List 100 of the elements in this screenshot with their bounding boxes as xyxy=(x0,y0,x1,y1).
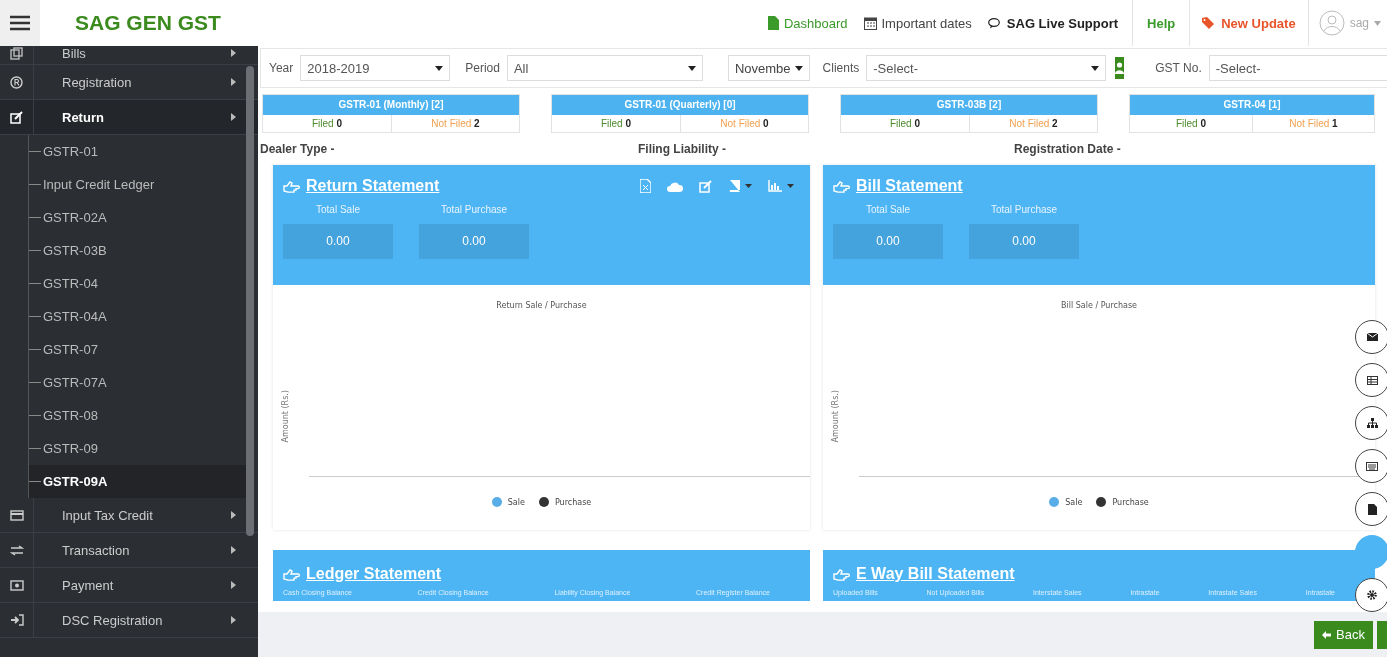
back-button[interactable]: Back xyxy=(1314,620,1373,649)
not-filed-count: Not Filed 2 xyxy=(391,115,519,132)
copy-icon xyxy=(10,46,23,60)
legend-item: Purchase xyxy=(538,497,592,507)
arrow-icon xyxy=(231,546,236,554)
chart-title: Return Sale / Purchase xyxy=(496,301,587,310)
card-header: GSTR-01 (Quarterly) [0] xyxy=(552,95,808,115)
select-field[interactable]: 2018-2019 xyxy=(300,55,451,81)
nav-link[interactable]: Dashboard xyxy=(759,0,856,46)
legend-item: Purchase xyxy=(1096,497,1149,507)
stat-label: Total Purchase xyxy=(990,204,1058,215)
filed-count: Filed 0 xyxy=(311,117,343,131)
card-header: GSTR-01 (Monthly) [2] xyxy=(263,95,519,115)
nav-link[interactable]: SAG Live Support xyxy=(979,0,1127,46)
sidebar-item[interactable]: Bills xyxy=(0,46,258,65)
hand-pointer-icon xyxy=(283,567,300,581)
arrow-icon xyxy=(231,78,236,86)
axis-label: Amount (Rs.) xyxy=(831,390,841,443)
hand-pointer-icon xyxy=(833,179,850,193)
menu-icon[interactable] xyxy=(0,0,40,46)
caret-icon xyxy=(1091,65,1100,71)
stat-label: Total Purchase xyxy=(440,204,508,215)
sitemap-icon xyxy=(1366,418,1378,428)
select-field[interactable]: All xyxy=(506,55,703,81)
submenu-item[interactable]: GSTR-03B xyxy=(29,234,246,267)
chat-icon xyxy=(987,17,1002,29)
caret-icon xyxy=(435,65,444,71)
envelope-icon xyxy=(1366,333,1378,341)
submenu-item[interactable]: GSTR-04A xyxy=(29,300,246,333)
money-icon xyxy=(9,579,24,591)
not-filed-count: Not Filed 2 xyxy=(969,115,1097,132)
sidebar-item[interactable]: Payment xyxy=(0,568,258,603)
arrow-left-icon xyxy=(1322,630,1332,639)
stat-label: Total Sale xyxy=(316,204,360,215)
submenu-item[interactable]: GSTR-09 xyxy=(29,432,246,465)
field-label: GST No. xyxy=(1155,61,1202,75)
caret-icon xyxy=(794,65,803,71)
exchange-icon xyxy=(9,544,24,556)
field-label: Clients xyxy=(822,61,860,75)
caret-icon xyxy=(745,184,752,188)
user-avatar-icon xyxy=(1318,10,1345,36)
hand-pointer-icon xyxy=(283,179,300,193)
axis-label: Amount (Rs.) xyxy=(281,390,291,443)
collapse-button[interactable] xyxy=(1377,620,1387,649)
nav-link[interactable]: Important dates xyxy=(855,0,980,46)
select-field[interactable]: -Select- xyxy=(866,55,1107,81)
caret-icon xyxy=(787,184,794,188)
submenu-item[interactable]: GSTR-01 xyxy=(29,135,246,168)
submenu-item[interactable]: GSTR-07 xyxy=(29,333,246,366)
stat-value: 0.00 xyxy=(833,224,943,259)
chart-dropdown[interactable] xyxy=(768,180,794,192)
user-icon xyxy=(1115,62,1125,74)
info-label: Registration Date - xyxy=(1014,142,1122,156)
filed-count: Filed 0 xyxy=(889,117,921,131)
hand-pointer-icon xyxy=(833,567,850,581)
info-label: Dealer Type - xyxy=(260,142,336,156)
arrow-icon xyxy=(231,511,236,519)
registered-icon xyxy=(10,75,23,89)
legend-item: Sale xyxy=(491,497,525,507)
table-icon xyxy=(1366,375,1378,385)
not-filed-count: Not Filed 0 xyxy=(680,115,808,132)
arrow-icon xyxy=(231,49,236,57)
sign-in-icon xyxy=(9,614,24,626)
scrollbar-thumb[interactable] xyxy=(246,66,254,536)
sidebar-item[interactable]: Return xyxy=(0,100,258,135)
user-button[interactable] xyxy=(1115,57,1125,79)
stat-value: 0.00 xyxy=(283,224,393,259)
arrow-icon xyxy=(231,113,236,121)
filed-count: Filed 0 xyxy=(600,117,632,131)
card-header: GSTR-04 [1] xyxy=(1130,95,1374,115)
arrow-icon xyxy=(231,581,236,589)
tag-icon xyxy=(1202,17,1217,29)
app-title: SAG GEN GST xyxy=(75,11,222,35)
arrow-icon xyxy=(231,616,236,624)
submenu-item[interactable]: GSTR-02A xyxy=(29,201,246,234)
submenu-item[interactable]: GSTR-09A xyxy=(29,465,246,498)
tool-button[interactable] xyxy=(1355,578,1387,612)
stat-value: 0.00 xyxy=(969,224,1079,259)
keyboard-icon xyxy=(1366,461,1378,471)
filed-count: Filed 0 xyxy=(1175,117,1207,131)
submenu-item[interactable]: GSTR-04 xyxy=(29,267,246,300)
caret-icon xyxy=(687,65,696,71)
book-dropdown[interactable] xyxy=(728,180,752,192)
field-label: Year xyxy=(269,61,294,75)
bar-chart-icon xyxy=(768,180,782,192)
legend-item: Sale xyxy=(1049,497,1083,507)
credit-card-icon xyxy=(9,509,24,521)
card-header: GSTR-03B [2] xyxy=(841,95,1097,115)
settings-icon xyxy=(1367,590,1377,600)
caret-icon xyxy=(1374,20,1381,26)
submenu-item[interactable]: Input Credit Ledger xyxy=(29,168,246,201)
select-field[interactable]: -Select- xyxy=(1208,55,1387,81)
sidebar-item[interactable]: DSC Registration xyxy=(0,603,258,638)
edit-icon xyxy=(10,110,23,124)
submenu-item[interactable]: GSTR-08 xyxy=(29,399,246,432)
chart-title: Bill Sale / Purchase xyxy=(1061,301,1137,310)
not-filed-count: Not Filed 1 xyxy=(1252,115,1374,132)
calendar-icon xyxy=(863,16,877,30)
submenu-item[interactable]: GSTR-07A xyxy=(29,366,246,399)
month-dropdown[interactable]: Novembe xyxy=(727,55,810,81)
